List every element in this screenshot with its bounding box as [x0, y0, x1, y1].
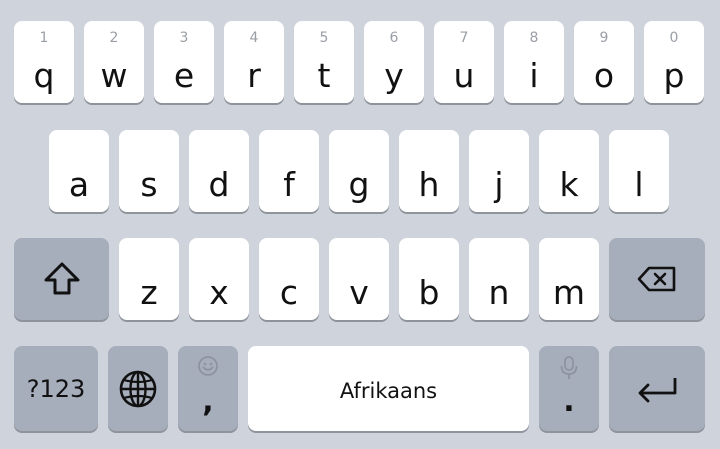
key-hint: 4 [249, 30, 259, 46]
key-p[interactable]: 0 p [644, 21, 704, 103]
key-letter: q [33, 56, 55, 95]
key-letter: m [552, 273, 586, 312]
comma-key[interactable]: , [178, 346, 238, 431]
key-hint: 1 [39, 30, 49, 46]
key-hint: 6 [389, 30, 399, 46]
key-letter: r [247, 56, 261, 95]
key-a[interactable]: a [49, 130, 109, 212]
key-j[interactable]: j [469, 130, 529, 212]
enter-key[interactable] [609, 346, 705, 431]
key-letter: c [279, 273, 299, 312]
key-l[interactable]: l [609, 130, 669, 212]
key-letter: p [663, 56, 685, 95]
key-f[interactable]: f [259, 130, 319, 212]
key-letter: e [173, 56, 195, 95]
key-letter: w [100, 56, 128, 95]
key-u[interactable]: 7 u [434, 21, 494, 103]
key-v[interactable]: v [329, 238, 389, 320]
shift-key[interactable] [14, 238, 109, 320]
key-letter: f [283, 165, 295, 204]
key-b[interactable]: b [399, 238, 459, 320]
key-hint: 7 [459, 30, 469, 46]
key-x[interactable]: x [189, 238, 249, 320]
microphone-icon [560, 356, 578, 379]
key-letter: y [384, 56, 404, 95]
key-n[interactable]: n [469, 238, 529, 320]
space-label: Afrikaans [339, 379, 438, 403]
key-letter: g [348, 165, 370, 204]
key-letter: z [140, 273, 158, 312]
key-k[interactable]: k [539, 130, 599, 212]
key-d[interactable]: d [189, 130, 249, 212]
key-m[interactable]: m [539, 238, 599, 320]
key-letter: s [140, 165, 158, 204]
key-letter: v [349, 273, 369, 312]
key-y[interactable]: 6 y [364, 21, 424, 103]
key-c[interactable]: c [259, 238, 319, 320]
key-letter: n [488, 273, 510, 312]
space-key[interactable]: Afrikaans [248, 346, 529, 431]
symbols-key[interactable]: ?123 [14, 346, 98, 431]
key-letter: h [418, 165, 440, 204]
key-letter: u [453, 56, 475, 95]
backspace-key[interactable] [609, 238, 705, 320]
key-g[interactable]: g [329, 130, 389, 212]
key-t[interactable]: 5 t [294, 21, 354, 103]
key-s[interactable]: s [119, 130, 179, 212]
key-hint: 0 [669, 30, 679, 46]
key-letter: i [529, 56, 539, 95]
key-i[interactable]: 8 i [504, 21, 564, 103]
key-letter: j [494, 165, 504, 204]
key-letter: d [208, 165, 230, 204]
smiley-icon [198, 356, 218, 376]
key-letter: o [593, 56, 615, 95]
key-z[interactable]: z [119, 238, 179, 320]
key-hint: 3 [179, 30, 189, 46]
enter-return-icon [638, 377, 677, 402]
key-hint: 5 [319, 30, 329, 46]
key-letter: b [418, 273, 440, 312]
key-h[interactable]: h [399, 130, 459, 212]
key-letter: x [209, 273, 229, 312]
comma-label: , [202, 384, 214, 419]
key-letter: a [68, 165, 90, 204]
key-letter: t [317, 56, 331, 95]
globe-icon [119, 370, 157, 407]
period-label: . [563, 384, 575, 419]
backspace-icon [637, 266, 676, 292]
period-key[interactable]: . [539, 346, 599, 431]
key-hint: 9 [599, 30, 609, 46]
key-e[interactable]: 3 e [154, 21, 214, 103]
key-r[interactable]: 4 r [224, 21, 284, 103]
language-key[interactable] [108, 346, 168, 431]
shift-arrow-icon [44, 262, 79, 295]
symbols-label: ?123 [26, 375, 86, 403]
key-hint: 8 [529, 30, 539, 46]
key-letter: l [634, 165, 644, 204]
key-hint: 2 [109, 30, 119, 46]
key-w[interactable]: 2 w [84, 21, 144, 103]
key-letter: k [559, 165, 579, 204]
key-o[interactable]: 9 o [574, 21, 634, 103]
keyboard: 1 q 2 w 3 e 4 r 5 t 6 y 7 u 8 i 9 o 0 p … [0, 0, 720, 449]
key-q[interactable]: 1 q [14, 21, 74, 103]
